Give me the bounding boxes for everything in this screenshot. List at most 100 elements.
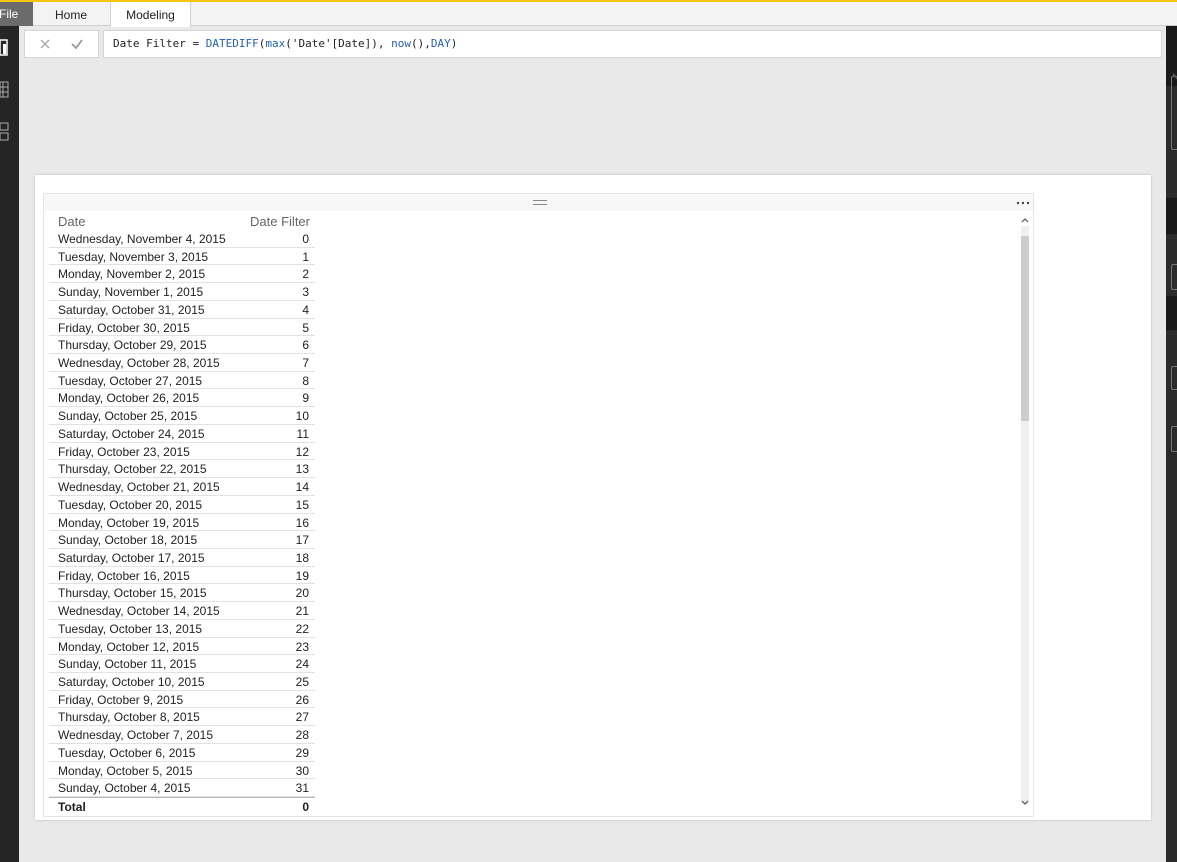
date-filter-cell: 4 [302,302,309,317]
table-total-row: Total 0 [49,797,315,817]
table-row[interactable]: Thursday, October 8, 2015 27 [49,708,315,727]
table-row[interactable]: Sunday, October 25, 2015 10 [49,407,315,425]
table-row[interactable]: Tuesday, November 3, 2015 1 [49,248,315,266]
tab-file[interactable]: File [0,2,33,26]
formula-arg-column: ('Date'[Date]), [285,37,392,50]
date-filter-cell: 29 [295,745,309,760]
formula-input[interactable]: Date Filter = DATEDIFF(max('Date'[Date])… [103,30,1177,80]
date-filter-cell: 5 [302,320,309,335]
view-rail [0,26,19,862]
table-row[interactable]: Thursday, October 29, 2015 6 [49,336,315,355]
table-row[interactable]: Sunday, October 11, 2015 24 [49,655,315,673]
date-filter-cell: 18 [295,550,309,565]
ellipsis-icon[interactable] [1016,198,1030,206]
date-filter-cell: 26 [295,692,309,707]
date-filter-cell: 12 [295,444,309,459]
date-cell: Thursday, October 15, 2015 [58,586,207,601]
table-row[interactable]: Wednesday, October 28, 2015 7 [49,354,315,372]
data-view-icon[interactable] [0,80,9,98]
tab-home[interactable]: Home [41,2,101,26]
date-cell: Monday, October 5, 2015 [58,763,193,778]
date-cell: Tuesday, October 27, 2015 [58,373,203,388]
report-view-icon[interactable] [0,38,9,56]
pane-tab[interactable] [1171,264,1177,290]
date-filter-cell: 28 [295,728,309,743]
table-row[interactable]: Monday, October 19, 2015 16 [49,514,315,532]
pane-tab[interactable] [1171,426,1177,452]
visual-header [44,194,1033,211]
date-cell: Saturday, October 31, 2015 [58,302,205,317]
date-cell: Monday, October 12, 2015 [58,639,200,654]
date-filter-cell: 25 [295,674,309,689]
table-row[interactable]: Monday, October 26, 2015 9 [49,389,315,408]
date-cell: Sunday, October 11, 2015 [58,657,197,672]
table-row[interactable]: Sunday, October 18, 2015 17 [49,531,315,549]
pane-strip [1166,296,1177,330]
column-header-date[interactable]: Date [58,214,85,229]
date-cell: Friday, October 16, 2015 [58,568,190,583]
formula-fn-max: max [265,37,286,50]
date-filter-cell: 13 [295,462,309,477]
chevron-down-icon[interactable] [1145,39,1177,80]
date-filter-cell: 22 [295,621,309,636]
table-row[interactable]: Wednesday, October 21, 2015 14 [49,478,315,496]
date-cell: Tuesday, October 13, 2015 [58,621,203,636]
table-row[interactable]: Tuesday, October 6, 2015 29 [49,744,315,762]
scroll-up-icon[interactable] [1021,216,1029,224]
formula-arg-now: (), [411,37,431,50]
table-row[interactable]: Monday, October 5, 2015 30 [49,762,315,780]
date-filter-cell: 11 [296,426,309,441]
total-label: Total [58,800,86,814]
table-row[interactable]: Sunday, November 1, 2015 3 [49,283,315,301]
table-row[interactable]: Monday, October 12, 2015 23 [49,638,315,656]
date-cell: Tuesday, October 6, 2015 [58,745,196,760]
date-cell: Tuesday, October 20, 2015 [58,497,203,512]
date-filter-cell: 2 [302,267,309,282]
relationships-view-icon[interactable] [0,122,9,141]
scroll-down-icon[interactable] [1021,799,1029,807]
ribbon-tab-bar: File Home Modeling [0,0,1177,27]
table-row[interactable]: Tuesday, October 27, 2015 8 [49,372,315,390]
close-icon[interactable] [38,37,52,51]
tab-modeling[interactable]: Modeling [110,2,191,27]
table-row[interactable]: Thursday, October 22, 2015 13 [49,460,315,479]
table-row[interactable]: Saturday, October 17, 2015 18 [49,549,315,567]
scroll-thumb[interactable] [1021,236,1029,421]
table-row[interactable]: Friday, October 23, 2015 12 [49,443,315,461]
date-filter-cell: 9 [302,391,309,406]
date-cell: Sunday, October 18, 2015 [58,533,198,548]
date-filter-cell: 1 [302,249,309,264]
table-row[interactable]: Tuesday, October 20, 2015 15 [49,496,315,514]
date-filter-cell: 14 [295,480,309,495]
check-icon[interactable] [70,37,84,51]
table-row[interactable]: Thursday, October 15, 2015 20 [49,584,315,603]
table-row[interactable]: Wednesday, October 14, 2015 21 [49,602,315,620]
date-cell: Thursday, October 29, 2015 [58,338,207,353]
table-row[interactable]: Saturday, October 24, 2015 11 [49,425,315,443]
table-row[interactable]: Friday, October 30, 2015 5 [49,319,315,337]
table-row[interactable]: Friday, October 9, 2015 26 [49,691,315,709]
column-header-date-filter[interactable]: Date Filter [250,214,310,229]
date-filter-cell: 27 [295,710,309,725]
date-cell: Saturday, October 24, 2015 [58,426,205,441]
table-row[interactable]: Saturday, October 31, 2015 4 [49,301,315,319]
table-row[interactable]: Wednesday, October 7, 2015 28 [49,726,315,744]
date-filter-cell: 21 [295,604,309,619]
drag-handle-icon[interactable] [533,200,547,205]
table-row[interactable]: Friday, October 16, 2015 19 [49,567,315,585]
table-row[interactable]: Sunday, October 4, 2015 31 [49,779,315,797]
pane-tab[interactable] [1171,76,1177,150]
date-cell: Wednesday, October 28, 2015 [58,356,220,371]
table-row[interactable]: Saturday, October 10, 2015 25 [49,673,315,691]
table-scrollbar[interactable] [1020,214,1030,810]
date-filter-cell: 20 [295,586,309,601]
pane-tab[interactable] [1171,366,1177,390]
date-filter-cell: 15 [295,497,309,512]
date-cell: Thursday, October 22, 2015 [58,462,207,477]
table-row[interactable]: Tuesday, October 13, 2015 22 [49,620,315,638]
date-filter-cell: 19 [295,568,309,583]
date-cell: Wednesday, November 4, 2015 [58,232,226,246]
formula-paren-close: ) [450,37,458,50]
table-row[interactable]: Wednesday, November 4, 2015 0 [49,230,315,248]
table-row[interactable]: Monday, November 2, 2015 2 [49,265,315,284]
